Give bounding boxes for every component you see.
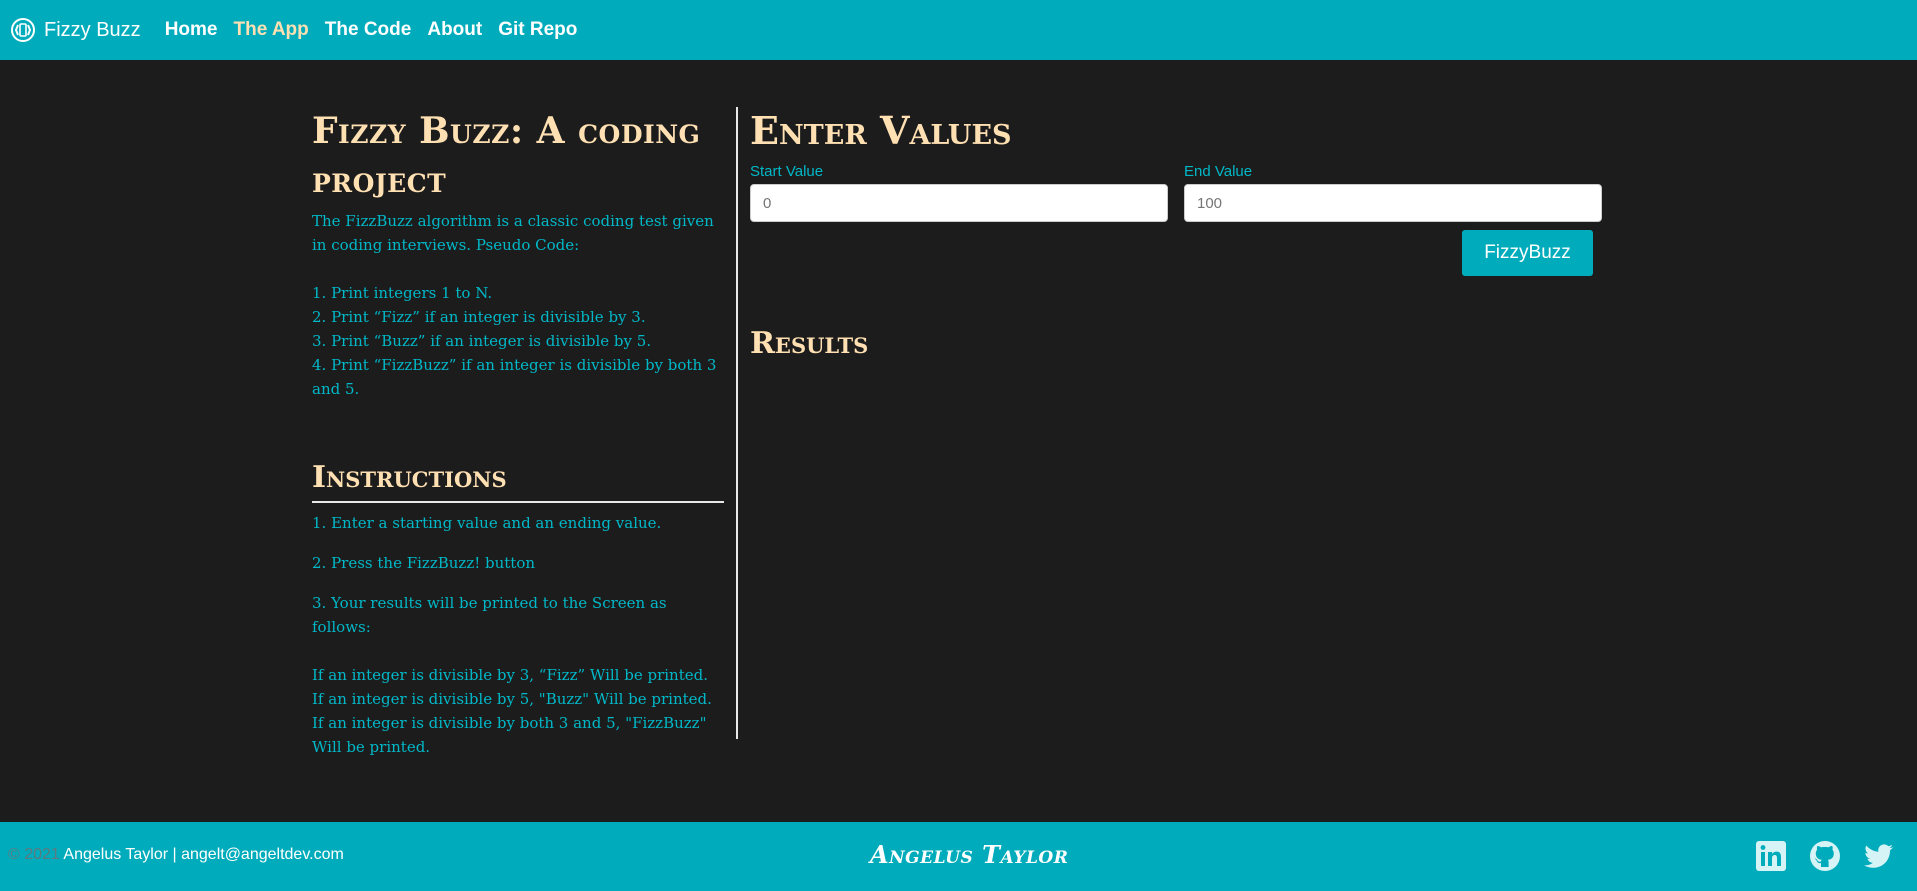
pseudo-code-step: 4. Print “FizzBuzz” if an integer is div… bbox=[312, 356, 717, 398]
pseudo-code-step: 1. Print integers 1 to N. bbox=[312, 284, 493, 302]
nav-the-app-link[interactable]: The App bbox=[233, 19, 308, 41]
end-value-input[interactable] bbox=[1184, 184, 1602, 222]
linkedin-icon[interactable] bbox=[1755, 840, 1787, 872]
pseudo-code-step: 2. Print “Fizz” if an integer is divisib… bbox=[312, 308, 646, 326]
rule-item: If an integer is divisible by 5, "Buzz" … bbox=[312, 690, 712, 708]
footer: © 2021 Angelus Taylor | angelt@angeltdev… bbox=[0, 822, 1917, 891]
nav-links: Home The App The Code About Git Repo bbox=[165, 19, 594, 41]
brand-name: Fizzy Buzz bbox=[44, 18, 141, 41]
twitter-icon[interactable] bbox=[1863, 840, 1895, 872]
results-heading: Results bbox=[750, 326, 869, 361]
github-icon[interactable] bbox=[1809, 840, 1841, 872]
page-title: Fizzy Buzz: A coding project bbox=[312, 110, 701, 201]
nav-about-link[interactable]: About bbox=[427, 19, 482, 41]
navbar: Fizzy Buzz Home The App The Code About G… bbox=[0, 0, 1917, 60]
instructions-divider bbox=[312, 501, 724, 503]
nav-git-repo-link[interactable]: Git Repo bbox=[498, 19, 577, 41]
brand-logo-icon bbox=[11, 18, 35, 42]
footer-logo: Angelus Taylor bbox=[870, 840, 1069, 869]
instructions-heading: Instructions bbox=[312, 460, 507, 495]
rule-item: If an integer is divisible by both 3 and… bbox=[312, 714, 707, 756]
rules-list: If an integer is divisible by 3, “Fizz” … bbox=[312, 663, 724, 759]
instruction-item: 2. Press the FizzBuzz! button bbox=[312, 554, 536, 572]
instruction-item: 1. Enter a starting value and an ending … bbox=[312, 514, 662, 532]
app-panel: Enter Values Start Value End Value Fizzy… bbox=[750, 107, 1602, 364]
end-value-group: End Value bbox=[1184, 163, 1602, 222]
brand-link[interactable]: Fizzy Buzz bbox=[10, 17, 141, 43]
enter-values-heading: Enter Values bbox=[750, 108, 1012, 153]
description-panel: Fizzy Buzz: A coding project The FizzBuz… bbox=[312, 107, 724, 759]
input-row: Start Value End Value bbox=[750, 163, 1602, 222]
start-value-input[interactable] bbox=[750, 184, 1168, 222]
pseudo-code-list: 1. Print integers 1 to N. 2. Print “Fizz… bbox=[312, 281, 724, 401]
copyright-text: © 2021 bbox=[8, 846, 60, 863]
column-divider bbox=[736, 107, 738, 739]
end-value-label: End Value bbox=[1184, 163, 1253, 180]
nav-the-code-link[interactable]: The Code bbox=[325, 19, 412, 41]
start-value-group: Start Value bbox=[750, 163, 1168, 222]
intro-text: The FizzBuzz algorithm is a classic codi… bbox=[312, 212, 714, 254]
rule-item: If an integer is divisible by 3, “Fizz” … bbox=[312, 666, 708, 684]
button-row: FizzyBuzz bbox=[750, 230, 1593, 276]
fizzybuzz-button[interactable]: FizzyBuzz bbox=[1462, 230, 1593, 276]
footer-contact: © 2021 Angelus Taylor | angelt@angeltdev… bbox=[8, 846, 344, 864]
start-value-label: Start Value bbox=[750, 163, 824, 180]
pseudo-code-step: 3. Print “Buzz” if an integer is divisib… bbox=[312, 332, 652, 350]
nav-home-link[interactable]: Home bbox=[165, 19, 218, 41]
social-links bbox=[1733, 840, 1895, 872]
instruction-item: 3. Your results will be printed to the S… bbox=[312, 594, 667, 636]
contact-text: Angelus Taylor | angelt@angeltdev.com bbox=[63, 846, 344, 863]
